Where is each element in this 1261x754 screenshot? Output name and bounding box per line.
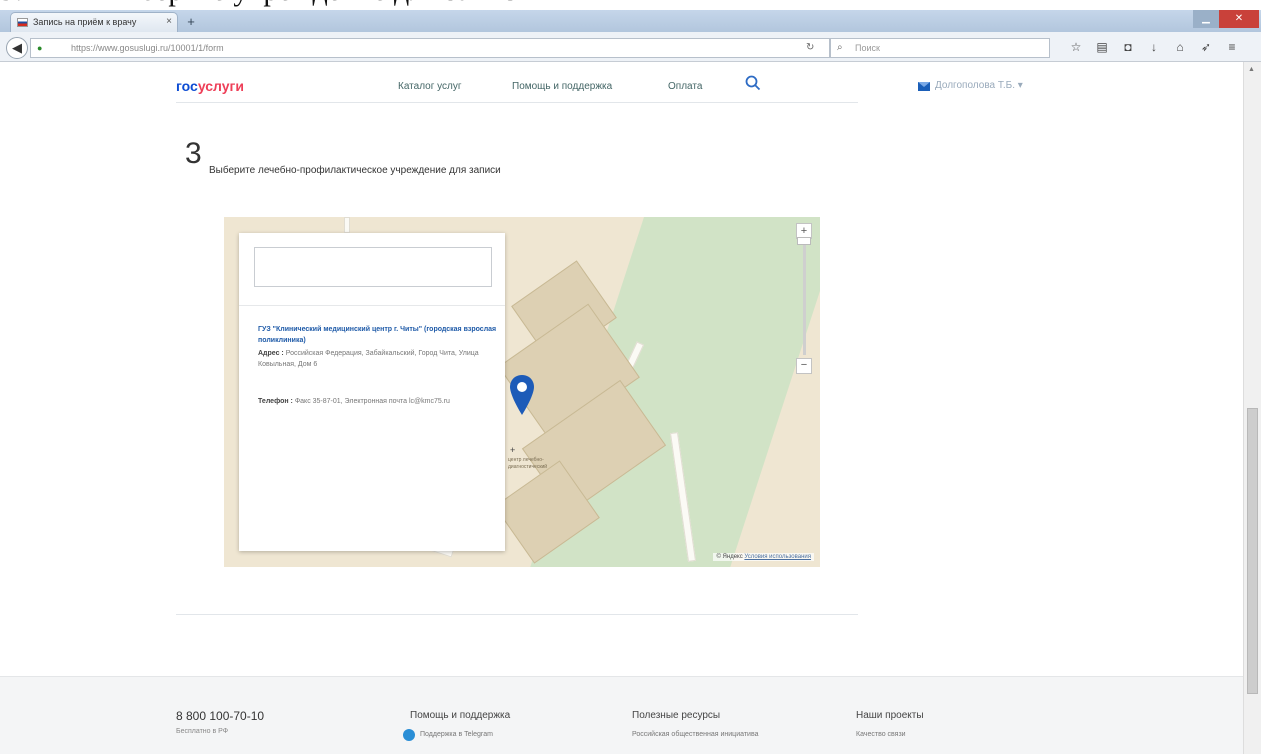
download-icon[interactable]: ↓ [1148, 40, 1160, 54]
step-title: Выберите лечебно-профилактическое учрежд… [209, 165, 501, 176]
footer-resources-title: Полезные ресурсы [632, 710, 721, 721]
search-icon[interactable] [744, 74, 762, 92]
address-label: Адрес : [258, 350, 284, 357]
map-widget[interactable]: + центр лечебно-диагностический + − © Ян… [224, 217, 820, 567]
clinic-address: Адрес : Российская Федерация, Забайкальс… [258, 348, 488, 370]
footer-projects-link[interactable]: Качество связи [856, 731, 906, 738]
content-divider [176, 614, 858, 615]
tab-close-icon[interactable]: × [166, 16, 172, 27]
minimize-button[interactable]: ▁ [1193, 10, 1219, 28]
page-scrollbar[interactable]: ▲ [1243, 62, 1261, 754]
scroll-up-icon[interactable]: ▲ [1248, 66, 1255, 73]
map-pin-icon[interactable] [509, 374, 535, 416]
clinic-name-link[interactable]: ГУЗ "Клинический медицинский центр г. Чи… [258, 324, 498, 346]
phone-value: Факс 35-87-01, Электронная почта lc@kmc7… [294, 398, 450, 405]
flag-favicon-icon [17, 18, 28, 27]
mail-icon[interactable] [918, 82, 930, 91]
nav-help-link[interactable]: Помощь и поддержка [512, 81, 612, 92]
clinic-search-input[interactable] [254, 247, 492, 287]
map-copyright: © Яндекс Условия использования [713, 553, 814, 561]
browser-titlebar: Запись на приём к врачу × + ▁ ✕ [0, 10, 1261, 32]
new-tab-button[interactable]: + [182, 14, 200, 30]
telegram-icon[interactable] [403, 729, 415, 741]
toolbar-icons: ☆ ▤ ◘ ↓ ⌂ ➶ ≡ [1070, 40, 1238, 54]
clinic-phone: Телефон : Факс 35-87-01, Электронная поч… [258, 396, 488, 407]
zoom-slider[interactable] [803, 243, 806, 355]
user-menu[interactable]: Долгополова Т.Б. ▾ [935, 80, 1023, 91]
browser-search-input[interactable]: ⌕ Поиск [830, 38, 1050, 58]
url-text: https://www.gosuslugi.ru/10001/1/form [71, 43, 224, 53]
phone-label: Телефон : [258, 398, 293, 405]
footer-projects-title: Наши проекты [856, 710, 924, 721]
bookmark-star-icon[interactable]: ☆ [1070, 40, 1082, 54]
document-heading-text: Выберите учреждение для записи [100, 0, 532, 8]
site-header: госуслуги Каталог услуг Помощь и поддерж… [0, 62, 1243, 106]
document-heading-number: 9. [0, 0, 23, 8]
gosuslugi-logo[interactable]: госуслуги [176, 78, 244, 94]
footer-help-title: Помощь и поддержка [410, 710, 511, 721]
document-heading: 9. Выберите учреждение для записи [0, 0, 1261, 10]
footer-telegram-link[interactable]: Поддержка в Telegram [420, 731, 493, 738]
user-name-text: Долгополова Т.Б. [935, 80, 1015, 91]
send-icon[interactable]: ➶ [1200, 40, 1212, 54]
back-button[interactable]: ◀ [6, 37, 28, 59]
step-number: 3 [185, 137, 202, 170]
reading-list-icon[interactable]: ▤ [1096, 40, 1108, 54]
nav-catalog-link[interactable]: Каталог услуг [398, 81, 462, 92]
map-building-label: центр лечебно-диагностический [508, 457, 548, 470]
logo-gos: гос [176, 78, 198, 94]
url-bar[interactable]: ● https://www.gosuslugi.ru/10001/1/form [30, 38, 830, 58]
logo-uslugi: услуги [197, 78, 244, 94]
browser-search-icon: ⌕ [837, 42, 843, 53]
close-window-button[interactable]: ✕ [1219, 10, 1259, 28]
home-icon[interactable]: ⌂ [1174, 40, 1186, 54]
scrollbar-thumb[interactable] [1247, 408, 1258, 694]
nav-payment-link[interactable]: Оплата [668, 81, 702, 92]
pocket-icon[interactable]: ◘ [1122, 40, 1134, 54]
address-value: Российская Федерация, Забайкальский, Гор… [258, 350, 479, 368]
footer-phone[interactable]: 8 800 100-70-10 [176, 709, 264, 723]
map-poi-marker-icon: + [510, 445, 516, 455]
terms-link[interactable]: Условия использования [744, 554, 811, 560]
footer-resources-link[interactable]: Российская общественная инициатива [632, 731, 759, 738]
header-divider [176, 102, 858, 103]
zoom-out-button[interactable]: − [796, 358, 812, 374]
reload-icon[interactable]: ↻ [806, 42, 814, 53]
footer-free-note: Бесплатно в РФ [176, 728, 229, 735]
zoom-slider-handle[interactable] [797, 237, 811, 245]
browser-tab[interactable]: Запись на приём к врачу × [10, 12, 178, 32]
copyright-text: © Яндекс [716, 554, 743, 560]
map-road [344, 217, 350, 233]
browser-navbar: ◀ ● https://www.gosuslugi.ru/10001/1/for… [0, 32, 1261, 62]
clinic-panel: ГУЗ "Клинический медицинский центр г. Чи… [239, 233, 505, 551]
menu-icon[interactable]: ≡ [1226, 40, 1238, 54]
panel-divider [239, 305, 505, 306]
site-footer: 8 800 100-70-10 Бесплатно в РФ Помощь и … [0, 676, 1243, 754]
browser-search-placeholder: Поиск [855, 43, 880, 53]
tab-title: Запись на приём к врачу [33, 17, 137, 27]
window-controls: ▁ ✕ [1193, 10, 1259, 28]
lock-icon: ● [37, 43, 43, 53]
